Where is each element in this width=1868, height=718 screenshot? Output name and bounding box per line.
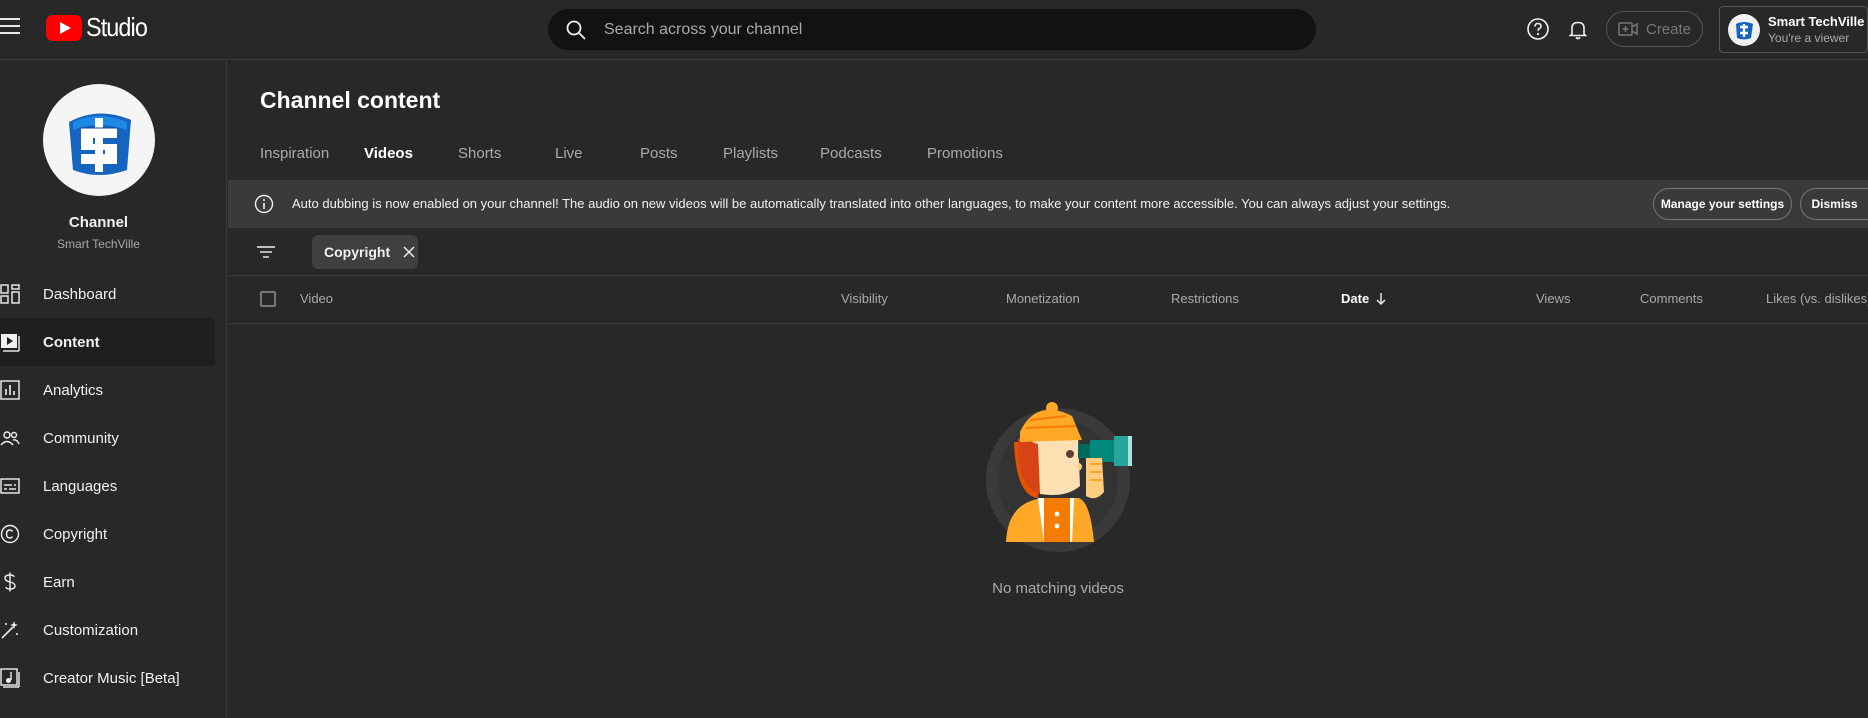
filter-chip-label: Copyright <box>324 244 391 260</box>
create-label: Create <box>1645 20 1692 38</box>
sidebar-item-label: Dashboard <box>43 285 117 303</box>
tab-playlists[interactable]: Playlists <box>723 145 778 183</box>
tab-podcasts[interactable]: Podcasts <box>820 145 882 183</box>
sidebar-item-label: Earn <box>43 573 75 591</box>
filter-chip-copyright[interactable]: Copyright <box>312 235 418 269</box>
music-icon <box>0 668 20 688</box>
notifications-icon[interactable] <box>1565 16 1591 42</box>
account-avatar <box>1728 13 1760 46</box>
column-video: Video <box>300 291 334 306</box>
sidebar-item-languages[interactable]: Languages <box>0 462 227 510</box>
search-input[interactable] <box>602 19 1256 40</box>
dismiss-button[interactable]: Dismiss <box>1800 188 1868 220</box>
account-name: Smart TechVille <box>1768 14 1865 29</box>
copyright-icon <box>0 524 20 544</box>
main-content: Channel content Inspiration Videos Short… <box>228 60 1868 718</box>
dashboard-icon <box>0 284 20 304</box>
logo-text: Studio <box>86 12 148 42</box>
create-video-icon <box>1618 22 1638 36</box>
sidebar-item-copyright[interactable]: Copyright <box>0 510 227 558</box>
filter-icon[interactable] <box>256 242 276 262</box>
arrow-down-icon <box>1376 292 1386 305</box>
customization-icon <box>1 621 18 639</box>
banner-text: Auto dubbing is now enabled on your chan… <box>292 196 1451 211</box>
sidebar-item-label: Content <box>43 333 100 351</box>
search-icon[interactable] <box>564 18 588 42</box>
studio-logo[interactable]: Studio <box>46 12 154 43</box>
tab-promotions[interactable]: Promotions <box>927 145 1003 183</box>
column-monetization: Monetization <box>1006 291 1080 306</box>
account-button[interactable]: Smart TechVille You're a viewer <box>1719 6 1868 53</box>
tab-shorts[interactable]: Shorts <box>458 145 501 183</box>
account-role: You're a viewer <box>1768 31 1850 45</box>
column-visibility: Visibility <box>841 291 888 306</box>
sidebar-item-community[interactable]: Community <box>0 414 227 462</box>
sidebar-item-label: Analytics <box>43 381 104 399</box>
sidebar-item-label: Customization <box>43 621 139 639</box>
search-bar[interactable] <box>548 9 1316 50</box>
sidebar-item-dashboard[interactable]: Dashboard <box>0 270 227 318</box>
sidebar-item-customization[interactable]: Customization <box>0 606 227 654</box>
channel-avatar[interactable] <box>43 84 155 196</box>
select-all-checkbox[interactable] <box>260 291 276 307</box>
analytics-icon <box>0 380 20 400</box>
tab-videos[interactable]: Videos <box>364 145 413 183</box>
sidebar-item-label: Languages <box>43 477 118 495</box>
table-header: Video Visibility Monetization Restrictio… <box>228 276 1868 324</box>
close-icon[interactable] <box>402 245 416 259</box>
sidebar-item-analytics[interactable]: Analytics <box>0 366 227 414</box>
top-bar: Studio Create Smart TechVille <box>0 0 1868 60</box>
earn-icon <box>4 572 16 592</box>
sidebar-item-earn[interactable]: Earn <box>0 558 227 606</box>
sidebar-item-label: Copyright <box>43 525 108 543</box>
community-icon <box>0 431 20 446</box>
sidebar: Channel Smart TechVille Dashboard Conten… <box>0 60 227 718</box>
tab-live[interactable]: Live <box>555 145 583 183</box>
channel-name: Smart TechVille <box>57 237 140 251</box>
sidebar-item-label: Creator Music [Beta] <box>43 669 180 687</box>
manage-settings-button[interactable]: Manage your settings <box>1653 188 1792 220</box>
youtube-play-icon <box>46 14 82 41</box>
empty-state-illustration <box>986 402 1132 552</box>
menu-icon[interactable] <box>0 18 22 40</box>
column-restrictions: Restrictions <box>1171 291 1239 306</box>
create-button[interactable]: Create <box>1606 11 1703 47</box>
tab-inspiration[interactable]: Inspiration <box>260 145 329 183</box>
help-icon[interactable] <box>1525 16 1551 42</box>
page-title: Channel content <box>260 87 441 113</box>
sidebar-nav: Dashboard Content Analytics Community La… <box>0 270 227 702</box>
content-icon <box>1 334 20 352</box>
info-icon <box>254 194 274 214</box>
sidebar-item-label: Community <box>43 429 119 447</box>
column-comments: Comments <box>1640 291 1703 306</box>
column-likes: Likes (vs. dislikes) <box>1766 291 1868 306</box>
tab-posts[interactable]: Posts <box>640 145 678 183</box>
sidebar-item-creator-music[interactable]: Creator Music [Beta] <box>0 654 227 702</box>
auto-dubbing-banner: Auto dubbing is now enabled on your chan… <box>228 180 1868 228</box>
channel-title: Channel <box>68 214 129 231</box>
empty-state-text: No matching videos <box>992 580 1124 597</box>
sidebar-item-content[interactable]: Content <box>0 318 215 366</box>
filter-row: Copyright <box>228 228 1868 276</box>
column-views: Views <box>1536 291 1571 306</box>
column-date-sort[interactable]: Date <box>1341 291 1387 306</box>
languages-icon <box>0 478 20 494</box>
column-date: Date <box>1341 291 1370 306</box>
